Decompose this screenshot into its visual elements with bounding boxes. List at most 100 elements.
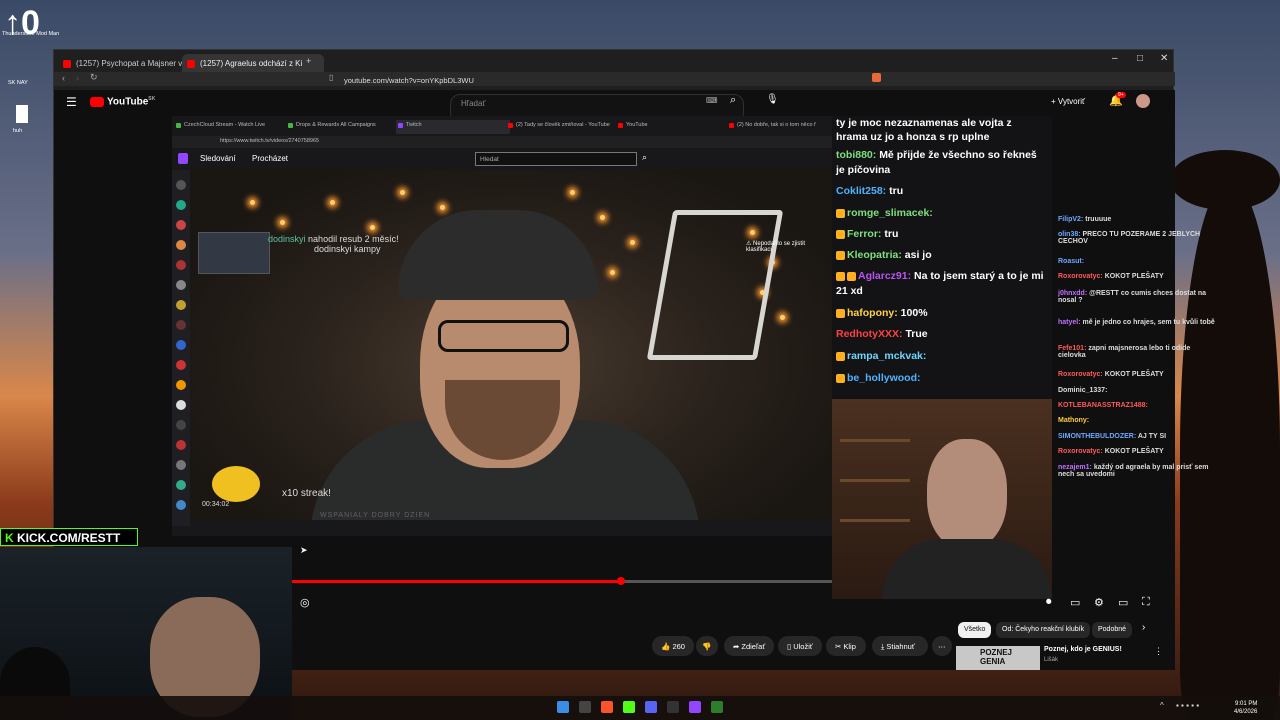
chip-channel[interactable]: Od: Čekyho reakční klubík [996,622,1091,638]
channel-name[interactable]: Lišák [1044,657,1058,663]
settings-gear-icon[interactable]: ⚙ [1094,596,1104,609]
chat-message: Fefe101: zapni majsnerosa lebo ti odide … [1058,345,1218,359]
windows-start-icon[interactable] [557,701,569,713]
chat-text: KOKOT PLEŠATY [1104,273,1164,280]
back-icon[interactable]: ‹ [62,73,65,83]
bookmark-icon[interactable]: ▯ [329,73,333,82]
chat-user: be_hollywood: [847,372,921,384]
chat-message: RedhotyXXX: True [836,328,928,340]
download-label: Stiahnuť [886,642,915,651]
system-tray-icons[interactable]: ▪ ▪ ▪ ▪ ▪ [1176,701,1199,710]
thumbnail-text-top: POZNEJ [980,648,1013,657]
like-count: 260 [672,642,685,651]
avatar[interactable] [1136,94,1150,108]
file-explorer-icon[interactable] [579,701,591,713]
kick-app-icon[interactable] [623,701,635,713]
inner-tab-label: (2) No dobře, tak si o tom něco ř [737,122,816,128]
chat-message: Roxorovatyc: KOKOT PLEŠATY [1058,448,1164,455]
progress-knob[interactable] [617,577,626,585]
video-frame[interactable]: CzechCloud Stream - Watch Live Drops & R… [172,116,832,536]
autoplay-icon[interactable]: ◎ [300,596,310,609]
channel-avatar [176,420,186,430]
subtitles-icon[interactable]: ▭ [1070,596,1080,609]
channel-avatar [176,340,186,350]
secondary-chat: FilipV2: truuuue olin38: PRECO TU POZERA… [1058,202,1218,502]
create-button[interactable]: + Vytvoriť [1051,97,1085,106]
chat-user: KOTLEBANASSTRAZ1488: [1058,402,1148,409]
watermark-text: WSPANIALY DOBRY DZIEN [320,512,431,519]
warning-text: Nepodařilo se zjistit klasifikaci [746,241,806,253]
chat-message: j0hnxdd: @RESTT co cumis chces dostat na… [1058,290,1218,304]
save-button[interactable]: ▯ Uložiť [778,636,822,656]
keyboard-icon[interactable]: ⌨ [706,96,718,105]
chat-message: rampa_mckvak: [836,350,926,362]
share-button[interactable]: ➦ Zdieľať [724,636,774,656]
file-icon[interactable] [16,105,28,123]
microphone-icon[interactable]: 🎙 [766,94,779,105]
fullscreen-icon[interactable]: ⛶ [1142,596,1150,609]
inner-tab: (2) No dobře, tak si o tom něco ř [727,120,841,134]
dislike-button[interactable]: 👎 [696,636,718,656]
channel-avatar [176,440,186,450]
badge-icon [836,250,845,260]
chat-text: True [905,328,928,340]
video-thumbnail[interactable]: POZNEJ GENIA [956,646,1040,670]
chat-message: Kleopatria: asi jo [836,249,932,261]
video-title[interactable]: Poznej, kdo je GENIUS! [1044,646,1122,653]
clip-label: Klip [843,642,856,651]
chevron-up-icon[interactable]: ^ [1160,701,1164,710]
url-field[interactable]: youtube.com/watch?v=onYKpbDL3WU [344,74,864,90]
progress-bar[interactable] [292,577,832,585]
clip-button[interactable]: ✂ Klip [826,636,866,656]
chat-user: romge_slimacek: [847,207,933,219]
youtube-logo[interactable]: YouTubeSK [90,96,155,107]
download-button[interactable]: ⤓ Stiahnuť [872,636,928,656]
logo-region: SK [148,96,156,102]
reload-icon[interactable]: ↻ [90,72,98,83]
desktop-icon-label[interactable]: SK NAY [8,80,28,86]
address-bar: ‹ › ↻ ▯ youtube.com/watch?v=onYKpbDL3WU [54,72,1175,86]
sub-alert-user: dodinskyi [268,234,306,244]
close-icon[interactable]: ✕ [1160,53,1168,64]
chat-user: Kleopatria: [847,249,902,261]
sub-alert-image [198,232,270,274]
chat-message: Roasut: [1058,258,1084,265]
desktop-icon-label[interactable]: Thunderstore Mod Man [2,31,59,37]
maximize-icon[interactable]: □ [1137,53,1143,64]
theater-mode-icon[interactable]: ▭ [1118,596,1128,609]
play-icon[interactable] [711,701,723,713]
search-icon: ⌕ [642,152,648,162]
more-options-icon[interactable]: ⋮ [1154,646,1163,657]
like-button[interactable]: 👍 260 [652,636,694,656]
minimize-icon[interactable]: – [1112,53,1118,64]
more-actions-button[interactable]: ⋯ [932,636,952,656]
obs-icon[interactable] [667,701,679,713]
chevron-right-icon[interactable]: › [1142,622,1145,633]
channel-avatar [176,220,186,230]
sub-alert: dodinskyi nahodil resub 2 měsíc! dodinsk… [268,234,399,254]
clock[interactable]: 9:01 PM 4/6/2026 [1234,700,1257,716]
chat-user: Ferror: [847,228,882,240]
twitch-nav: Sledování Procházet Hledat ⌕ [172,148,832,171]
channel-avatar [176,200,186,210]
brave-browser-icon[interactable] [601,701,613,713]
brave-shield-icon[interactable] [872,73,881,82]
autoplay-toggle[interactable]: ⏺ [1046,596,1052,609]
chat-message: be_hollywood: [836,372,921,384]
recommended-video[interactable]: POZNEJ GENIA Poznej, kdo je GENIUS! Lišák… [956,646,1166,671]
chat-message: nezajem1: každý od agraela by mal prisť … [1058,464,1218,478]
badge-icon [847,271,856,281]
new-tab-button[interactable]: + [306,56,311,66]
twitch-app-icon[interactable] [689,701,701,713]
desktop-icon-label[interactable]: huh [13,128,22,134]
search-icon[interactable]: ⌕ [730,94,736,107]
chip-all[interactable]: Všetko [958,622,992,638]
youtube-icon [90,96,104,107]
inner-tab-label: (2) Tady se člověk zmiňoval - YouTube [516,122,610,128]
clock-time: 9:01 PM [1235,701,1258,707]
menu-icon[interactable]: ☰ [66,95,77,109]
chip-related[interactable]: Podobné [1092,622,1133,638]
discord-icon[interactable] [645,701,657,713]
chat-message: Dominic_1337: [1058,387,1107,394]
forward-icon[interactable]: › [76,73,79,83]
